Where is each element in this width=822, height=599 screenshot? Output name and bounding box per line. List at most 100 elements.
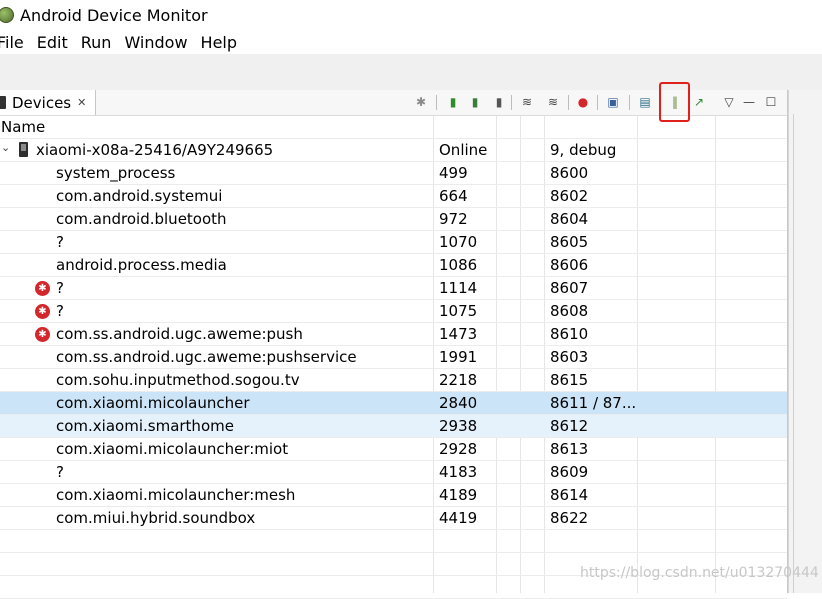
update-heap-icon[interactable]: ▮ bbox=[445, 94, 461, 110]
devices-tab-label: Devices bbox=[12, 93, 72, 112]
debug-bug-icon: ✱ bbox=[35, 327, 50, 342]
table-row[interactable]: ✱? 1114 8607 bbox=[0, 277, 787, 300]
update-threads-icon[interactable]: ≋ bbox=[519, 94, 535, 110]
dump-view-hierarchy-icon[interactable]: ▤ bbox=[637, 94, 653, 110]
menu-edit[interactable]: Edit bbox=[37, 33, 68, 52]
main-toolbar bbox=[0, 54, 822, 90]
process-pid: 664 bbox=[439, 187, 468, 205]
process-port: 8602 bbox=[550, 187, 589, 205]
process-pid: 1114 bbox=[439, 279, 478, 297]
table-row[interactable]: com.ss.android.ugc.aweme:pushservice 1991… bbox=[0, 346, 787, 369]
screen-capture-icon[interactable]: ▣ bbox=[605, 94, 621, 110]
process-name: android.process.media bbox=[56, 256, 227, 274]
process-name: system_process bbox=[56, 164, 176, 182]
process-pid: 4419 bbox=[439, 509, 478, 527]
debug-bug-icon: ✱ bbox=[35, 304, 50, 319]
process-port: 8608 bbox=[550, 302, 589, 320]
process-pid: 2938 bbox=[439, 417, 478, 435]
right-panel bbox=[788, 90, 822, 593]
view-menu-icon[interactable]: ▽ bbox=[721, 94, 737, 110]
process-port: 8612 bbox=[550, 417, 589, 435]
watermark: https://blog.csdn.net/u013270444 bbox=[580, 565, 819, 581]
process-pid: 2218 bbox=[439, 371, 478, 389]
device-row[interactable]: ⌄ xiaomi-x08a-25416/A9Y249665 Online 9, … bbox=[0, 139, 787, 162]
process-pid: 499 bbox=[439, 164, 468, 182]
close-icon[interactable]: ✕ bbox=[77, 96, 86, 109]
device-status: Online bbox=[439, 141, 488, 159]
process-port: 8603 bbox=[550, 348, 589, 366]
column-header-name[interactable]: Name bbox=[1, 118, 45, 136]
table-row[interactable]: system_process 499 8600 bbox=[0, 162, 787, 185]
title-bar: Android Device Monitor bbox=[0, 0, 822, 30]
device-name: xiaomi-x08a-25416/A9Y249665 bbox=[36, 141, 274, 159]
process-port: 8609 bbox=[550, 463, 589, 481]
process-pid: 1086 bbox=[439, 256, 478, 274]
table-row[interactable]: com.miui.hybrid.soundbox 4419 8622 bbox=[0, 507, 787, 530]
panel-divider bbox=[793, 114, 794, 593]
process-port: 8615 bbox=[550, 371, 589, 389]
phone-icon bbox=[19, 142, 28, 157]
process-port: 8614 bbox=[550, 486, 589, 504]
process-pid: 4183 bbox=[439, 463, 478, 481]
android-monitor-icon bbox=[0, 7, 14, 23]
toolbar-separator bbox=[629, 95, 630, 110]
process-name: ? bbox=[56, 233, 64, 251]
process-port: 8622 bbox=[550, 509, 589, 527]
stop-process-icon[interactable]: ● bbox=[575, 94, 591, 110]
process-name: ? bbox=[56, 279, 64, 297]
table-row[interactable]: com.android.bluetooth 972 8604 bbox=[0, 208, 787, 231]
process-port: 8606 bbox=[550, 256, 589, 274]
process-pid: 1070 bbox=[439, 233, 478, 251]
menu-bar: File Edit Run Window Help bbox=[0, 30, 822, 54]
table-row[interactable]: com.xiaomi.micolauncher:mesh 4189 8614 bbox=[0, 484, 787, 507]
process-name: com.ss.android.ugc.aweme:push bbox=[56, 325, 303, 343]
table-row[interactable]: com.sohu.inputmethod.sogou.tv 2218 8615 bbox=[0, 369, 787, 392]
process-pid: 972 bbox=[439, 210, 468, 228]
dump-hprof-icon[interactable]: ▮ bbox=[467, 94, 483, 110]
process-name: com.android.systemui bbox=[56, 187, 223, 205]
process-pid: 1075 bbox=[439, 302, 478, 320]
debug-bug-icon: ✱ bbox=[35, 281, 50, 296]
process-port: 8611 / 87... bbox=[550, 394, 637, 412]
process-pid: 1991 bbox=[439, 348, 478, 366]
table-row[interactable]: android.process.media 1086 8606 bbox=[0, 254, 787, 277]
table-row[interactable]: com.xiaomi.micolauncher:miot 2928 8613 bbox=[0, 438, 787, 461]
table-row[interactable]: ✱ com.ss.android.ugc.aweme:push 1473 8610 bbox=[0, 323, 787, 346]
minimize-icon[interactable]: — bbox=[741, 94, 757, 110]
highlight-annotation bbox=[659, 82, 690, 122]
start-method-profiling-icon[interactable]: ≋ bbox=[545, 94, 561, 110]
process-port: 8600 bbox=[550, 164, 589, 182]
table-row[interactable]: com.xiaomi.smarthome 2938 8612 bbox=[0, 415, 787, 438]
maximize-icon[interactable]: ☐ bbox=[763, 94, 779, 110]
menu-run[interactable]: Run bbox=[81, 33, 112, 52]
process-port: 8607 bbox=[550, 279, 589, 297]
process-pid: 2840 bbox=[439, 394, 478, 412]
process-port: 8605 bbox=[550, 233, 589, 251]
process-name: com.miui.hybrid.soundbox bbox=[56, 509, 256, 527]
table-row[interactable]: ✱? 1075 8608 bbox=[0, 300, 787, 323]
process-pid: 1473 bbox=[439, 325, 478, 343]
toolbar-separator bbox=[436, 95, 437, 110]
process-name: ? bbox=[56, 463, 64, 481]
process-table: Name ⌄ xiaomi-x08a-25416/A9Y249665 Onlin… bbox=[0, 116, 787, 599]
menu-file[interactable]: File bbox=[0, 33, 24, 52]
process-port: 8610 bbox=[550, 325, 589, 343]
cause-gc-icon[interactable]: ▮ bbox=[491, 94, 507, 110]
process-port: 8613 bbox=[550, 440, 589, 458]
device-icon bbox=[0, 96, 6, 109]
toolbar-separator bbox=[568, 95, 569, 110]
debug-process-icon[interactable]: ✱ bbox=[413, 94, 429, 110]
chevron-down-icon[interactable]: ⌄ bbox=[1, 141, 10, 154]
menu-window[interactable]: Window bbox=[124, 33, 187, 52]
menu-help[interactable]: Help bbox=[201, 33, 237, 52]
table-row[interactable]: ? 1070 8605 bbox=[0, 231, 787, 254]
process-name: com.xiaomi.micolauncher:mesh bbox=[56, 486, 296, 504]
devices-tab[interactable]: Devices ✕ bbox=[0, 90, 96, 115]
table-row[interactable]: com.xiaomi.micolauncher 2840 8611 / 87... bbox=[0, 392, 787, 415]
process-name: com.android.bluetooth bbox=[56, 210, 227, 228]
process-port: 8604 bbox=[550, 210, 589, 228]
opengl-trace-icon[interactable]: ↗ bbox=[691, 94, 707, 110]
table-row[interactable]: com.android.systemui 664 8602 bbox=[0, 185, 787, 208]
process-name: com.xiaomi.smarthome bbox=[56, 417, 234, 435]
table-row[interactable]: ? 4183 8609 bbox=[0, 461, 787, 484]
